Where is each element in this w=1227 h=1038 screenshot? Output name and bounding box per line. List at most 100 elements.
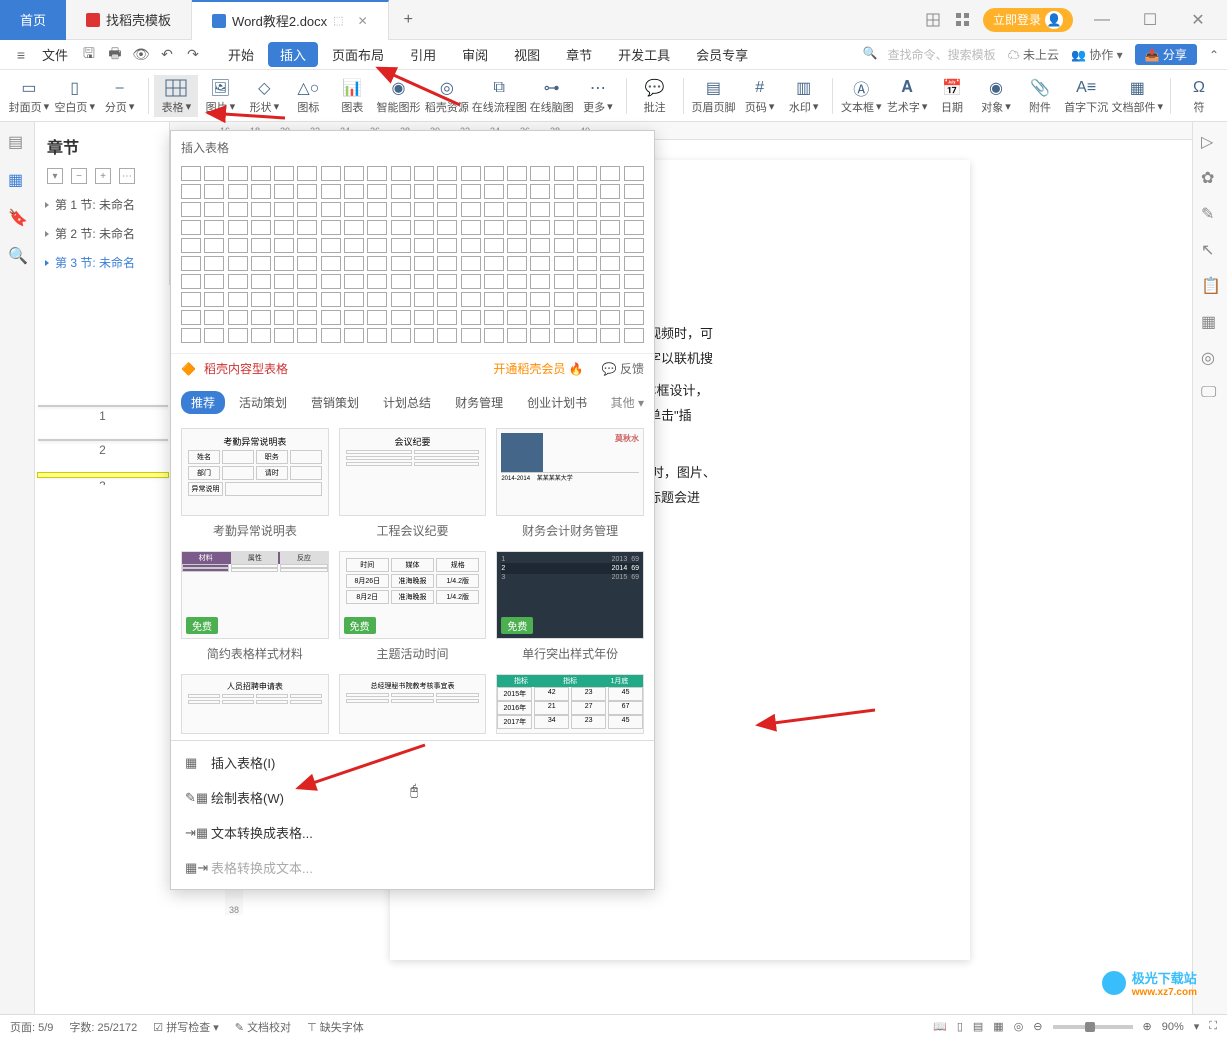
grid-cell[interactable] xyxy=(297,184,317,199)
rb-flowchart[interactable]: ⧉在线流程图 xyxy=(471,75,527,117)
grid-cell[interactable] xyxy=(274,184,294,199)
grid-cell[interactable] xyxy=(624,256,644,271)
cursor-icon[interactable]: ↖ xyxy=(1201,240,1219,258)
rb-watermark[interactable]: ▥水印▾ xyxy=(782,75,826,117)
grid-cell[interactable] xyxy=(484,220,504,235)
cloud-status[interactable]: ☁ 未上云 xyxy=(1008,46,1059,63)
grid-cell[interactable] xyxy=(274,274,294,289)
grid-cell[interactable] xyxy=(600,166,620,181)
grid-cell[interactable] xyxy=(577,202,597,217)
minimize-button[interactable]: — xyxy=(1083,8,1121,32)
status-spellcheck[interactable]: ☑ 拼写检查 ▾ xyxy=(153,1019,219,1035)
display-icon[interactable]: 🖵 xyxy=(1201,384,1219,402)
grid-cell[interactable] xyxy=(600,274,620,289)
grid-cell[interactable] xyxy=(391,202,411,217)
grid-cell[interactable] xyxy=(507,238,527,253)
view-mode-web-icon[interactable]: ▤ xyxy=(973,1020,983,1033)
template-item[interactable]: 总经理秘书院教考核事宜表 xyxy=(339,674,487,734)
grid-cell[interactable] xyxy=(554,256,574,271)
grid-cell[interactable] xyxy=(437,202,457,217)
grid-cell[interactable] xyxy=(344,202,364,217)
grid-cell[interactable] xyxy=(391,238,411,253)
grid-cell[interactable] xyxy=(251,256,271,271)
rb-blankpage[interactable]: ▯空白页▾ xyxy=(52,75,98,117)
grid-cell[interactable] xyxy=(414,328,434,343)
grid-cell[interactable] xyxy=(530,310,550,325)
grid-cell[interactable] xyxy=(600,328,620,343)
grid-cell[interactable] xyxy=(344,292,364,307)
share-button[interactable]: 📤 分享 xyxy=(1135,44,1197,65)
grid-cell[interactable] xyxy=(484,292,504,307)
tab-devtools[interactable]: 开发工具 xyxy=(606,42,682,67)
grid-cell[interactable] xyxy=(554,274,574,289)
grid-cell[interactable] xyxy=(321,274,341,289)
cat-marketing[interactable]: 营销策划 xyxy=(301,391,369,414)
grid-cell[interactable] xyxy=(204,292,224,307)
grid-cell[interactable] xyxy=(321,328,341,343)
hamburger-icon[interactable]: ≡ xyxy=(8,43,34,67)
undo-icon[interactable]: ↶ xyxy=(154,43,180,67)
grid-cell[interactable] xyxy=(554,310,574,325)
template-item[interactable]: 时间媒体规格8月26日准海晚报1/4.2版8月2日准海晚报1/4.2版免费主题活… xyxy=(339,551,487,662)
zoom-level[interactable]: 90% xyxy=(1162,1021,1184,1033)
grid-cell[interactable] xyxy=(461,166,481,181)
tab-document[interactable]: Word教程2.docx ⬚ ✕ xyxy=(192,0,389,40)
close-tab-icon[interactable]: ✕ xyxy=(358,14,368,28)
bookmark-icon[interactable]: 🔖 xyxy=(8,208,26,226)
grid-cell[interactable] xyxy=(251,310,271,325)
grid-cell[interactable] xyxy=(344,256,364,271)
grid-cell[interactable] xyxy=(204,310,224,325)
grid-cell[interactable] xyxy=(600,292,620,307)
rb-headerfooter[interactable]: ▤页眉页脚 xyxy=(689,75,737,117)
template-item[interactable]: 材料属性反应免费简约表格样式材料 xyxy=(181,551,329,662)
select-icon[interactable]: ▷ xyxy=(1201,132,1219,150)
nav-plus-icon[interactable]: + xyxy=(95,168,111,184)
grid-cell[interactable] xyxy=(554,184,574,199)
grid-cell[interactable] xyxy=(530,166,550,181)
grid-cell[interactable] xyxy=(530,184,550,199)
rb-more[interactable]: ⋯更多▾ xyxy=(576,75,620,117)
grid-cell[interactable] xyxy=(391,328,411,343)
grid-cell[interactable] xyxy=(507,310,527,325)
zoom-slider[interactable] xyxy=(1053,1025,1133,1029)
tab-member[interactable]: 会员专享 xyxy=(684,42,760,67)
template-item[interactable]: 120136922014693201569免费单行突出样式年份 xyxy=(496,551,644,662)
grid-cell[interactable] xyxy=(321,256,341,271)
grid-cell[interactable] xyxy=(554,220,574,235)
grid-cell[interactable] xyxy=(624,220,644,235)
grid-cell[interactable] xyxy=(461,292,481,307)
grid-cell[interactable] xyxy=(624,310,644,325)
grid-cell[interactable] xyxy=(530,238,550,253)
grid-cell[interactable] xyxy=(484,184,504,199)
grid-cell[interactable] xyxy=(577,184,597,199)
grid-cell[interactable] xyxy=(204,238,224,253)
grid-cell[interactable] xyxy=(321,184,341,199)
rb-icon-btn[interactable]: △○图标 xyxy=(286,75,330,117)
grid-cell[interactable] xyxy=(600,310,620,325)
grid-cell[interactable] xyxy=(297,220,317,235)
view-mode-print-icon[interactable]: ▯ xyxy=(957,1020,963,1033)
rb-smartart[interactable]: 📊图表 xyxy=(330,75,374,117)
add-tab-button[interactable]: + xyxy=(389,11,428,29)
grid-cell[interactable] xyxy=(461,274,481,289)
grid-cell[interactable] xyxy=(251,274,271,289)
login-button[interactable]: 立即登录👤 xyxy=(983,8,1073,32)
grid-cell[interactable] xyxy=(181,166,201,181)
grid-cell[interactable] xyxy=(228,310,248,325)
pin-icon[interactable]: ⬚ xyxy=(333,14,343,27)
status-missing-font[interactable]: ⊤ 缺失字体 xyxy=(307,1019,364,1035)
grid-cell[interactable] xyxy=(507,220,527,235)
grid-cell[interactable] xyxy=(251,166,271,181)
grid-cell[interactable] xyxy=(507,256,527,271)
coop-button[interactable]: 👥 协作 ▾ xyxy=(1071,46,1123,63)
rb-object[interactable]: ◉对象▾ xyxy=(974,75,1018,117)
grid-cell[interactable] xyxy=(530,274,550,289)
grid-cell[interactable] xyxy=(251,328,271,343)
theme-icon[interactable]: ✿ xyxy=(1201,168,1219,186)
save-icon[interactable]: 🖫 xyxy=(76,43,102,67)
grid-cell[interactable] xyxy=(484,328,504,343)
nav-minus-icon[interactable]: − xyxy=(71,168,87,184)
command-search[interactable]: 🔍 查找命令、搜索模板 xyxy=(863,46,996,63)
grid-cell[interactable] xyxy=(437,274,457,289)
grid-cell[interactable] xyxy=(437,328,457,343)
